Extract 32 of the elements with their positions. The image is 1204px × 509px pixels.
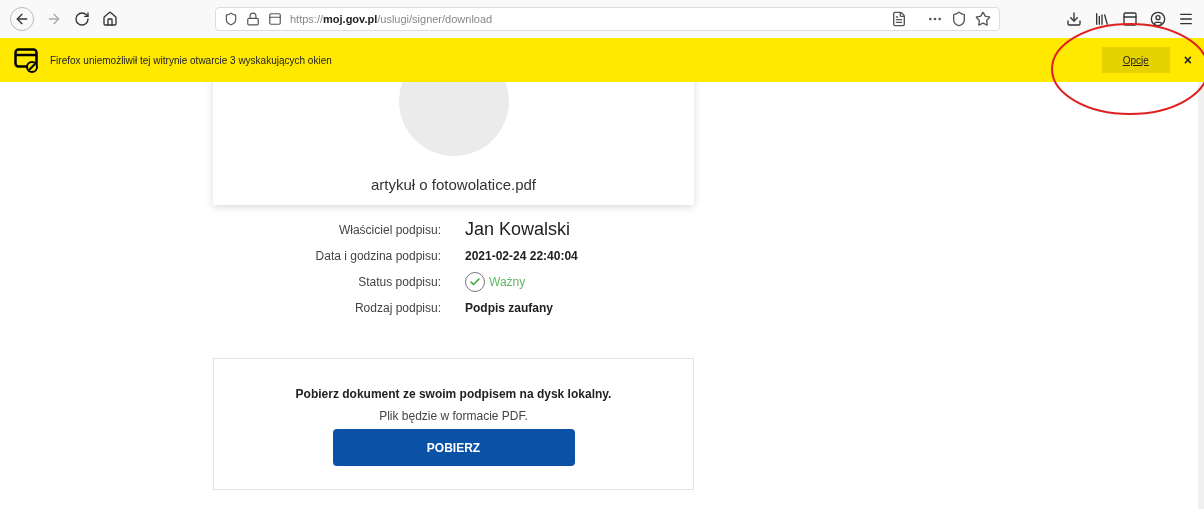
address-bar[interactable]: https://moj.gov.pl/uslugi/signer/download — [215, 7, 1000, 31]
account-icon[interactable] — [1150, 11, 1166, 27]
blocked-window-icon — [14, 47, 40, 73]
library-icon[interactable] — [1094, 11, 1110, 27]
url-text[interactable]: https://moj.gov.pl/uslugi/signer/download — [290, 10, 493, 28]
back-arrow-icon — [14, 11, 30, 27]
detail-value: Podpis zaufany — [465, 299, 553, 317]
sidebar-icon[interactable] — [1122, 11, 1138, 27]
scrollbar[interactable] — [1198, 82, 1204, 509]
detail-label: Właściciel podpisu: — [337, 221, 441, 239]
status-value: Ważny — [489, 273, 526, 291]
bookmark-star-icon[interactable] — [975, 11, 991, 27]
detail-label: Data i godzina podpisu: — [314, 247, 441, 265]
download-button[interactable]: POBIERZ — [332, 429, 575, 466]
detail-value: Jan Kowalski — [465, 218, 571, 241]
lock-icon — [246, 12, 260, 26]
detail-label: Status podpisu: — [357, 273, 441, 291]
home-icon[interactable] — [102, 11, 118, 27]
blocked-popup-icon[interactable] — [268, 12, 282, 26]
shield-icon[interactable] — [224, 12, 238, 26]
reload-icon[interactable] — [74, 11, 90, 27]
detail-value: 2021-02-24 22:40:04 — [465, 247, 578, 265]
detail-label: Rodzaj podpisu: — [353, 299, 441, 317]
menu-icon[interactable] — [1178, 11, 1194, 27]
close-button[interactable]: × — [1183, 49, 1192, 71]
download-note: Plik będzie w formacie PDF. — [379, 408, 528, 425]
notification-message: Firefox uniemożliwił tej witrynie otwarcie 3 wyskakujących okien — [50, 53, 332, 68]
file-name: artykuł o fotowolatice.pdf — [370, 175, 537, 195]
download-heading: Pobierz dokument ze swoim podpisem na dysk lokalny. — [295, 386, 612, 403]
reader-view-icon[interactable] — [891, 11, 907, 27]
download-icon[interactable] — [1066, 11, 1082, 27]
options-button[interactable]: Opcje — [1101, 47, 1170, 73]
